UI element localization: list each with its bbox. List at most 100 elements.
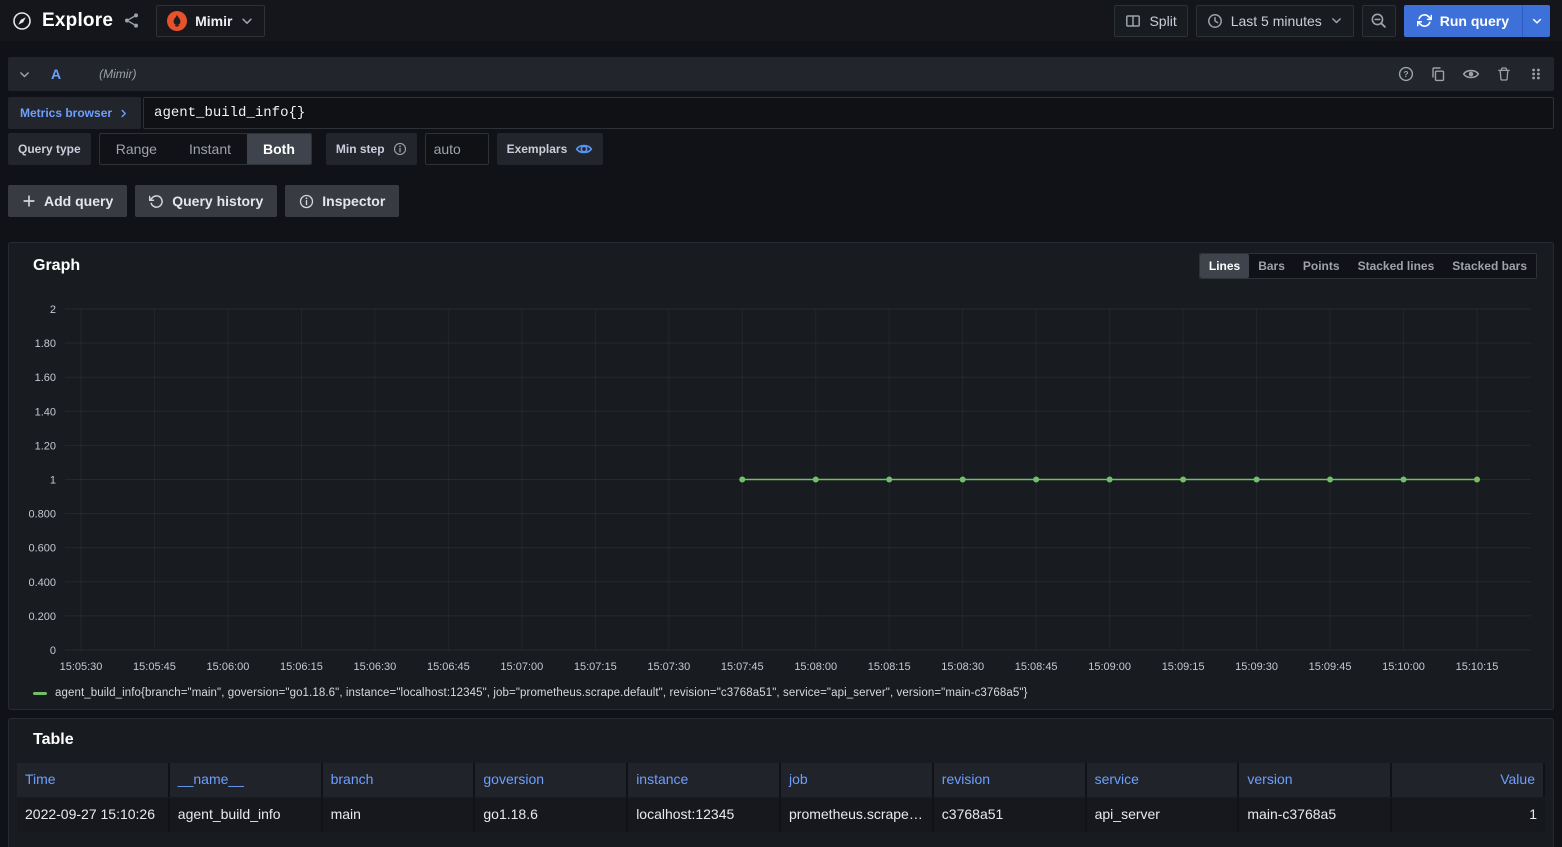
viz-mode-stacked-bars[interactable]: Stacked bars	[1443, 254, 1536, 278]
viz-mode-stacked-lines[interactable]: Stacked lines	[1349, 254, 1444, 278]
query-datasource-hint: (Mimir)	[99, 67, 136, 81]
datasource-picker[interactable]: Mimir	[156, 5, 265, 37]
copy-query-icon[interactable]	[1430, 66, 1446, 82]
cell-value: 1	[1392, 798, 1545, 832]
svg-text:0: 0	[50, 645, 56, 657]
chevron-down-icon	[1531, 15, 1543, 27]
query-editor: A (Mimir) ?	[8, 57, 1554, 165]
svg-text:15:08:30: 15:08:30	[941, 661, 984, 673]
query-history-label: Query history	[172, 193, 263, 209]
cell-instance: localhost:12345	[628, 798, 781, 832]
legend-item[interactable]: agent_build_info{branch="main", goversio…	[33, 687, 1537, 699]
svg-text:15:09:45: 15:09:45	[1309, 661, 1352, 673]
svg-text:15:09:30: 15:09:30	[1235, 661, 1278, 673]
column-header-revision[interactable]: revision	[934, 763, 1087, 797]
query-type-label-chip: Query type	[8, 133, 91, 165]
viz-mode-bars[interactable]: Bars	[1249, 254, 1294, 278]
add-query-button[interactable]: Add query	[8, 185, 127, 217]
metrics-browser-button[interactable]: Metrics browser	[8, 97, 141, 129]
column-header-branch[interactable]: branch	[323, 763, 476, 797]
explore-compass-icon	[12, 11, 32, 31]
run-query-button[interactable]: Run query	[1404, 5, 1522, 37]
svg-text:15:08:00: 15:08:00	[794, 661, 837, 673]
info-icon	[393, 142, 407, 156]
split-button[interactable]: Split	[1114, 5, 1187, 37]
drag-handle-grip-icon[interactable]	[1528, 66, 1544, 82]
min-step-label-chip: Min step	[326, 133, 417, 165]
datasource-name: Mimir	[195, 13, 232, 29]
delete-query-trash-icon[interactable]	[1496, 66, 1512, 82]
inspector-label: Inspector	[322, 193, 385, 209]
svg-text:1: 1	[50, 475, 56, 487]
cell-branch: main	[323, 798, 476, 832]
svg-text:0.400: 0.400	[28, 577, 56, 589]
svg-text:15:10:00: 15:10:00	[1382, 661, 1425, 673]
run-query-dropdown[interactable]	[1522, 5, 1550, 37]
svg-text:15:10:15: 15:10:15	[1456, 661, 1499, 673]
mimir-logo-icon	[167, 11, 187, 31]
time-range-picker[interactable]: Last 5 minutes	[1196, 5, 1354, 37]
viz-mode-points[interactable]: Points	[1294, 254, 1349, 278]
query-history-button[interactable]: Query history	[135, 185, 277, 217]
svg-text:0.600: 0.600	[28, 543, 56, 555]
column-header-instance[interactable]: instance	[628, 763, 781, 797]
metrics-browser-label: Metrics browser	[20, 106, 112, 120]
split-label: Split	[1149, 13, 1176, 29]
query-type-option-range[interactable]: Range	[100, 134, 173, 164]
exemplars-chip: Exemplars	[497, 133, 604, 165]
query-type-option-both[interactable]: Both	[247, 134, 311, 164]
graph-panel-title: Graph	[33, 257, 80, 275]
viz-mode-lines[interactable]: Lines	[1200, 254, 1249, 278]
svg-text:15:07:15: 15:07:15	[574, 661, 617, 673]
min-step-label: Min step	[336, 142, 385, 156]
column-header-version[interactable]: version	[1239, 763, 1392, 797]
column-header-service[interactable]: service	[1087, 763, 1240, 797]
svg-text:1.80: 1.80	[35, 338, 56, 350]
svg-text:15:09:15: 15:09:15	[1162, 661, 1205, 673]
graph-canvas[interactable]: 00.2000.4000.6000.80011.201.401.601.8021…	[25, 295, 1539, 681]
svg-text:15:07:45: 15:07:45	[721, 661, 764, 673]
share-icon[interactable]	[123, 12, 140, 29]
svg-text:?: ?	[1403, 69, 1408, 79]
search-minus-icon	[1370, 12, 1387, 29]
svg-text:15:06:00: 15:06:00	[207, 661, 250, 673]
viz-mode-toggle: Lines Bars Points Stacked lines Stacked …	[1199, 253, 1537, 279]
help-icon[interactable]: ?	[1398, 66, 1414, 82]
cell-service: api_server	[1087, 798, 1240, 832]
column-header-value[interactable]: Value	[1392, 763, 1545, 797]
min-step-input[interactable]	[425, 133, 489, 165]
column-header-name[interactable]: __name__	[170, 763, 323, 797]
column-header-time[interactable]: Time	[17, 763, 170, 797]
run-query-label: Run query	[1440, 13, 1509, 29]
info-circle-icon	[299, 194, 314, 209]
svg-text:15:06:15: 15:06:15	[280, 661, 323, 673]
svg-text:15:09:00: 15:09:00	[1088, 661, 1131, 673]
clock-icon	[1207, 13, 1223, 29]
legend-label: agent_build_info{branch="main", goversio…	[55, 687, 1028, 699]
explore-page: Explore Mimir Split	[0, 0, 1562, 847]
svg-text:15:05:45: 15:05:45	[133, 661, 176, 673]
svg-text:1.40: 1.40	[35, 406, 56, 418]
zoom-out-button[interactable]	[1362, 5, 1396, 37]
collapse-chevron-icon[interactable]	[18, 68, 31, 81]
inspector-button[interactable]: Inspector	[285, 185, 399, 217]
svg-text:1.60: 1.60	[35, 372, 56, 384]
add-query-label: Add query	[44, 193, 113, 209]
query-expression-input[interactable]	[143, 97, 1554, 129]
svg-text:1.20: 1.20	[35, 440, 56, 452]
svg-text:15:06:30: 15:06:30	[353, 661, 396, 673]
svg-text:15:06:45: 15:06:45	[427, 661, 470, 673]
exemplars-toggle-eye-icon[interactable]	[575, 140, 593, 158]
legend-swatch	[33, 692, 47, 695]
page-title: Explore	[42, 10, 113, 32]
svg-text:2: 2	[50, 304, 56, 316]
query-ref-id: A	[51, 66, 61, 82]
exemplars-label: Exemplars	[507, 142, 568, 156]
svg-text:15:08:15: 15:08:15	[868, 661, 911, 673]
column-header-job[interactable]: job	[781, 763, 934, 797]
column-header-goversion[interactable]: goversion	[475, 763, 628, 797]
toggle-query-visibility-eye-icon[interactable]	[1462, 65, 1480, 83]
query-type-option-instant[interactable]: Instant	[173, 134, 247, 164]
cell-name: agent_build_info	[170, 798, 323, 832]
run-query-button-group: Run query	[1404, 5, 1550, 37]
